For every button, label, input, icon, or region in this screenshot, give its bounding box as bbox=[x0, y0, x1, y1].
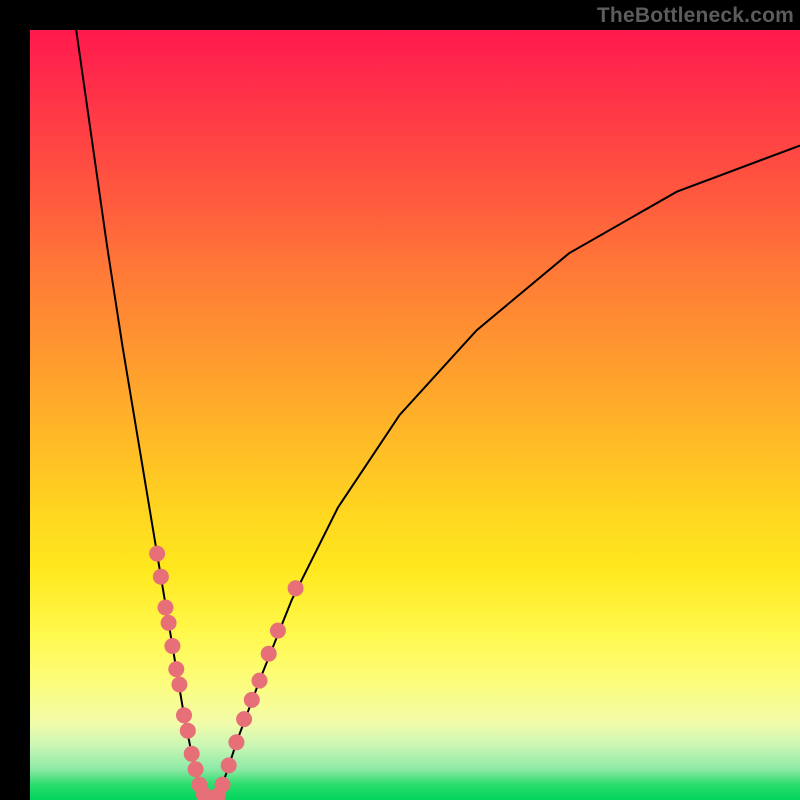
plot-area bbox=[30, 30, 800, 800]
data-point bbox=[161, 615, 177, 631]
data-point bbox=[153, 569, 169, 585]
data-point bbox=[180, 723, 196, 739]
data-point bbox=[270, 623, 286, 639]
data-points-group bbox=[149, 546, 304, 800]
data-point bbox=[184, 746, 200, 762]
data-point bbox=[288, 580, 304, 596]
data-point bbox=[236, 711, 252, 727]
data-point bbox=[188, 761, 204, 777]
data-point bbox=[252, 673, 268, 689]
data-point bbox=[215, 777, 231, 793]
data-point bbox=[164, 638, 180, 654]
data-point bbox=[149, 546, 165, 562]
data-point bbox=[261, 646, 277, 662]
data-point bbox=[244, 692, 260, 708]
data-point bbox=[168, 661, 184, 677]
data-point bbox=[221, 757, 237, 773]
chart-svg bbox=[30, 30, 800, 800]
data-point bbox=[228, 734, 244, 750]
data-point bbox=[158, 600, 174, 616]
data-point bbox=[171, 677, 187, 693]
data-point bbox=[176, 707, 192, 723]
watermark-label: TheBottleneck.com bbox=[597, 4, 794, 28]
chart-frame: TheBottleneck.com bbox=[0, 0, 800, 800]
